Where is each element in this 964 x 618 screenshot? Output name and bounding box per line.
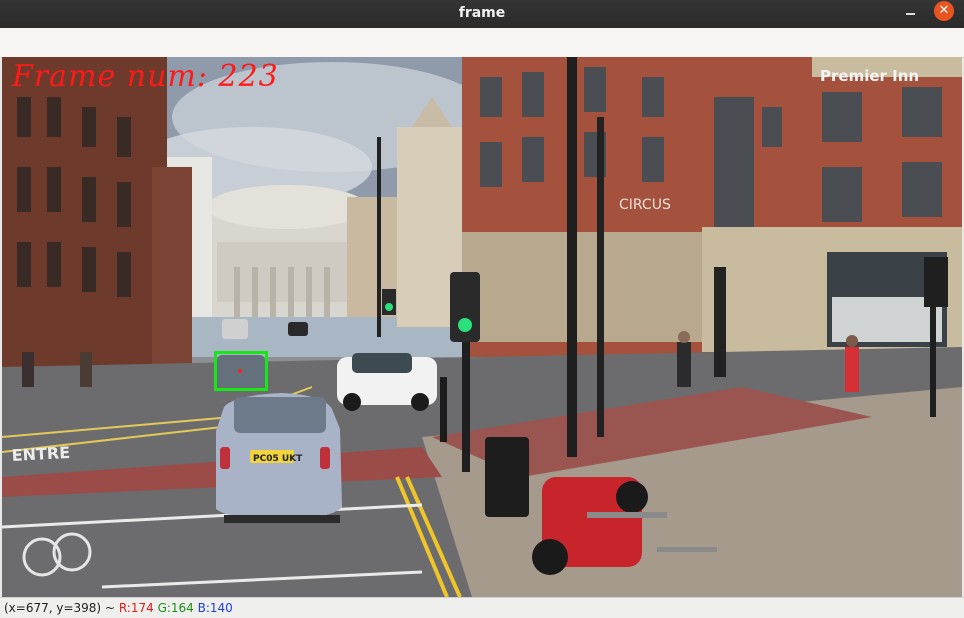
minimize-icon bbox=[906, 13, 915, 15]
frame-number-overlay: Frame num: 223 bbox=[12, 59, 279, 94]
title-bar[interactable]: frame ✕ bbox=[0, 0, 964, 28]
pixel-blue-value: B:140 bbox=[197, 601, 233, 615]
app-window: frame ✕ Premier Inn CIRCUS ENTRE PC05 UK… bbox=[0, 0, 964, 618]
taxi-plate-text: PC05 UKT bbox=[253, 454, 303, 464]
close-icon: ✕ bbox=[938, 3, 950, 18]
toolbar bbox=[0, 28, 964, 58]
minimize-button[interactable] bbox=[898, 2, 922, 26]
detection-centroid-marker bbox=[238, 369, 242, 373]
premier-inn-sign: Premier Inn bbox=[820, 67, 919, 85]
pixel-red-value: R:174 bbox=[118, 601, 154, 615]
road-entre-marking: ENTRE bbox=[11, 443, 70, 465]
pixel-green-value: G:164 bbox=[157, 601, 194, 615]
circus-sign: CIRCUS bbox=[619, 197, 671, 213]
video-frame[interactable]: Premier Inn CIRCUS ENTRE PC05 UKT Frame … bbox=[2, 57, 962, 597]
cursor-coordinates: (x=677, y=398) ~ bbox=[4, 601, 115, 615]
close-button[interactable]: ✕ bbox=[934, 1, 954, 21]
window-title: frame bbox=[458, 5, 506, 21]
street-scene-image: Premier Inn CIRCUS ENTRE PC05 UKT bbox=[2, 57, 962, 597]
status-bar: (x=677, y=398) ~ R:174 G:164 B:140 bbox=[0, 597, 964, 618]
